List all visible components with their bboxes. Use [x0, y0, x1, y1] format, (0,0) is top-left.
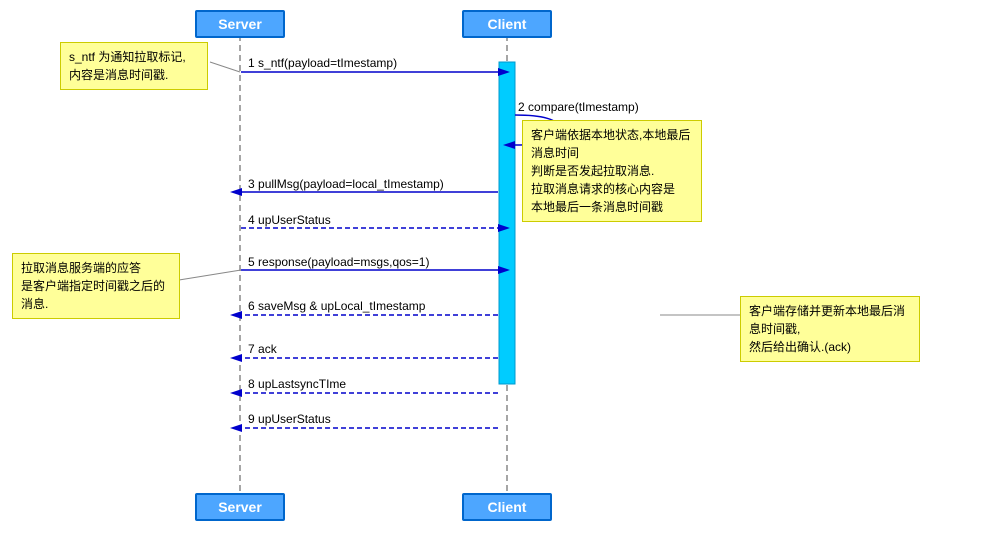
note3-box: 拉取消息服务端的应答是客户端指定时间戳之后的消息.: [12, 253, 180, 319]
m6-label: 6 saveMsg & upLocal_tImestamp: [248, 299, 425, 313]
server-top-label: Server: [218, 16, 262, 32]
m7-label: 7 ack: [248, 342, 277, 356]
client-bottom-label: Client: [488, 499, 527, 515]
client-top-label: Client: [488, 16, 527, 32]
m3-label: 3 pullMsg(payload=local_tImestamp): [248, 177, 444, 191]
m9-label: 9 upUserStatus: [248, 412, 331, 426]
m7-arrowhead: [230, 354, 242, 362]
server-bottom-box: Server: [195, 493, 285, 521]
m8-arrowhead: [230, 389, 242, 397]
client-bottom-box: Client: [462, 493, 552, 521]
sequence-diagram: Server Client Server Client 1 s_ntf(payl…: [0, 0, 987, 543]
m9-arrowhead: [230, 424, 242, 432]
m4-label: 4 upUserStatus: [248, 213, 331, 227]
m3-arrowhead: [230, 188, 242, 196]
m5-label: 5 response(payload=msgs,qos=1): [248, 255, 429, 269]
m6-arrowhead: [230, 311, 242, 319]
note4-box: 客户端存储并更新本地最后消息时间戳,然后给出确认.(ack): [740, 296, 920, 362]
server-top-box: Server: [195, 10, 285, 38]
m1-label: 1 s_ntf(payload=tImestamp): [248, 56, 397, 70]
m8-label: 8 upLastsyncTIme: [248, 377, 346, 391]
note3-connector: [179, 270, 241, 280]
server-bottom-label: Server: [218, 499, 262, 515]
note1-connector: [210, 62, 240, 72]
m2-label: 2 compare(tImestamp): [518, 100, 639, 114]
client-top-box: Client: [462, 10, 552, 38]
note1-box: s_ntf 为通知拉取标记, 内容是消息时间戳.: [60, 42, 208, 90]
activation-bar: [499, 62, 515, 384]
note2-box: 客户端依据本地状态,本地最后消息时间判断是否发起拉取消息.拉取消息请求的核心内容…: [522, 120, 702, 222]
